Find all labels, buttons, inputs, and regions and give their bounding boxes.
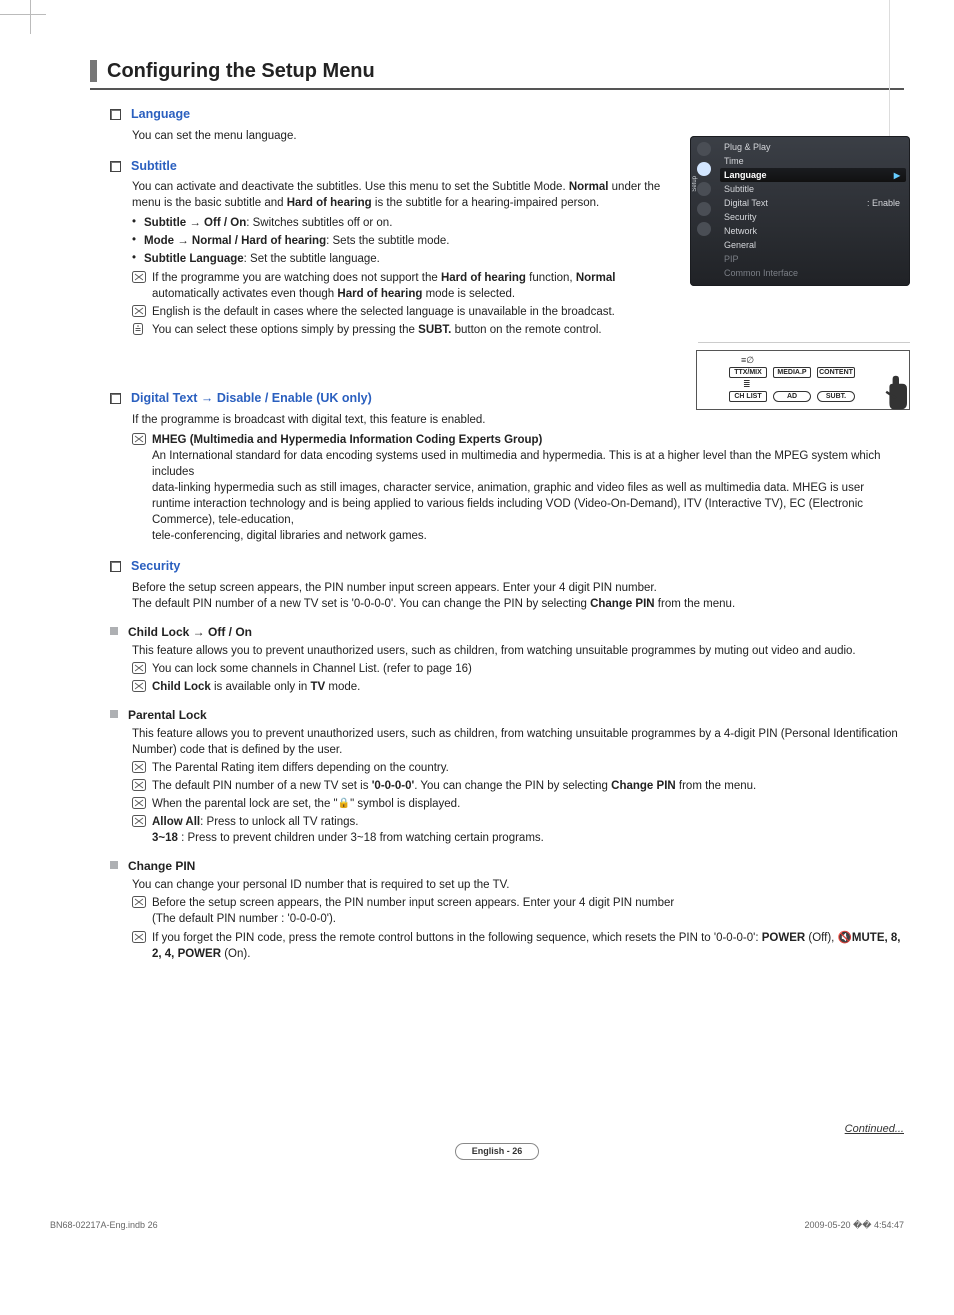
body-text: You can change your personal ID number t…: [132, 877, 904, 893]
body-text: If the programme is broadcast with digit…: [132, 412, 904, 428]
subsection-bullet-icon: [110, 861, 118, 869]
note-icon: [132, 305, 146, 317]
note-text: MHEG (Multimedia and Hypermedia Informat…: [152, 432, 904, 545]
section-bullet-icon: [110, 161, 121, 172]
remote-figure: ≡∅ TTX/MIX MEDIA.P CONTENT ≣ CH LIST AD …: [696, 350, 910, 410]
note-icon: [132, 779, 146, 791]
section-heading-subtitle: Subtitle: [131, 158, 177, 176]
osd-side-label: Setup: [692, 176, 698, 192]
remote-tip-icon: [132, 323, 146, 335]
teletext-icon: ≡∅: [741, 355, 754, 366]
remote-btn: AD: [773, 391, 811, 402]
section-bullet-icon: [110, 393, 121, 404]
note-icon: [132, 797, 146, 809]
body-text: The default PIN number of a new TV set i…: [132, 596, 904, 612]
section-heading-security: Security: [131, 558, 180, 576]
footer-left: BN68-02217A-Eng.indb 26: [50, 1220, 158, 1231]
body-text: is the subtitle for a hearing-impaired p…: [372, 197, 600, 209]
subsection-heading-child-lock: Child Lock → Off / On: [128, 624, 252, 641]
list-bold: Subtitle → Off / On: [144, 217, 246, 229]
osd-item: Subtitle: [724, 184, 754, 194]
subsection-bullet-icon: [110, 627, 118, 635]
osd-item-selected: Language: [724, 170, 767, 180]
list-bold: Mode → Normal / Hard of hearing: [144, 235, 326, 247]
remote-btn-subt: SUBT.: [817, 391, 855, 402]
note-text: Before the setup screen appears, the PIN…: [152, 895, 904, 927]
remote-btn: TTX/MIX: [729, 367, 767, 378]
list-text: : Set the subtitle language.: [244, 253, 380, 265]
note-text: If the programme you are watching does n…: [152, 270, 670, 302]
subsection-heading-change-pin: Change PIN: [128, 858, 195, 875]
list-text: : Sets the subtitle mode.: [326, 235, 449, 247]
note-icon: [132, 815, 146, 827]
list-item: Subtitle → Off / On: Switches subtitles …: [132, 215, 904, 231]
lock-icon: 🔒: [338, 798, 350, 809]
note-text: If you forget the PIN code, press the re…: [152, 930, 904, 962]
osd-item: Common Interface: [724, 268, 798, 278]
chevron-right-icon: ▶: [894, 171, 900, 180]
body-bold: Hard of hearing: [287, 197, 372, 209]
divider: [698, 342, 910, 343]
body-bold: Normal: [569, 181, 609, 193]
list-text: : Switches subtitles off or on.: [246, 217, 392, 229]
title-rule: [90, 88, 904, 90]
note-icon: [132, 433, 146, 445]
remote-btn: CONTENT: [817, 367, 855, 378]
note-text: Allow All: Press to unlock all TV rating…: [152, 814, 904, 846]
note-text: You can select these options simply by p…: [152, 322, 622, 338]
page-title: Configuring the Setup Menu: [90, 60, 904, 82]
list-bold: Subtitle Language: [144, 253, 244, 265]
mute-icon: 🔇: [838, 932, 852, 944]
body-text: You can activate and deactivate the subt…: [132, 181, 569, 193]
list-item: Subtitle Language: Set the subtitle lang…: [132, 251, 904, 267]
remote-btn: CH LIST: [729, 391, 767, 402]
footer-right: 2009-05-20 �� 4:54:47: [804, 1220, 904, 1231]
note-icon: [132, 896, 146, 908]
osd-item: Time: [724, 156, 744, 166]
section-bullet-icon: [110, 561, 121, 572]
osd-item-value: : Enable: [867, 198, 900, 208]
remote-btn: MEDIA.P: [773, 367, 811, 378]
note-text: English is the default in cases where th…: [152, 304, 622, 320]
section-bullet-icon: [110, 109, 121, 120]
note-icon: [132, 680, 146, 692]
pointing-hand-icon: [883, 371, 915, 411]
crop-mark-right: [889, 0, 890, 140]
osd-item: Digital Text: [724, 198, 768, 208]
body-text: This feature allows you to prevent unaut…: [132, 726, 904, 758]
note-icon: [132, 271, 146, 283]
list-item: Mode → Normal / Hard of hearing: Sets th…: [132, 233, 904, 249]
note-text: The Parental Rating item differs dependi…: [152, 760, 904, 776]
note-icon: [132, 761, 146, 773]
list-icon: ≣: [743, 379, 751, 390]
osd-item: Plug & Play: [724, 142, 771, 152]
body-text: Before the setup screen appears, the PIN…: [132, 580, 904, 596]
subsection-bullet-icon: [110, 710, 118, 718]
page-number-pill: English - 26: [455, 1143, 540, 1160]
continued-label: Continued...: [90, 1122, 904, 1137]
note-icon: [132, 662, 146, 674]
note-text: You can lock some channels in Channel Li…: [152, 661, 904, 677]
note-text: The default PIN number of a new TV set i…: [152, 778, 904, 794]
subsection-heading-parental-lock: Parental Lock: [128, 707, 207, 724]
note-text: Child Lock is available only in TV mode.: [152, 679, 904, 695]
section-heading-digital-text: Digital Text → Disable / Enable (UK only…: [131, 390, 372, 408]
note-text: When the parental lock are set, the "🔒" …: [152, 796, 904, 812]
section-heading-language: Language: [131, 106, 190, 124]
note-icon: [132, 931, 146, 943]
body-text: This feature allows you to prevent unaut…: [132, 643, 904, 659]
